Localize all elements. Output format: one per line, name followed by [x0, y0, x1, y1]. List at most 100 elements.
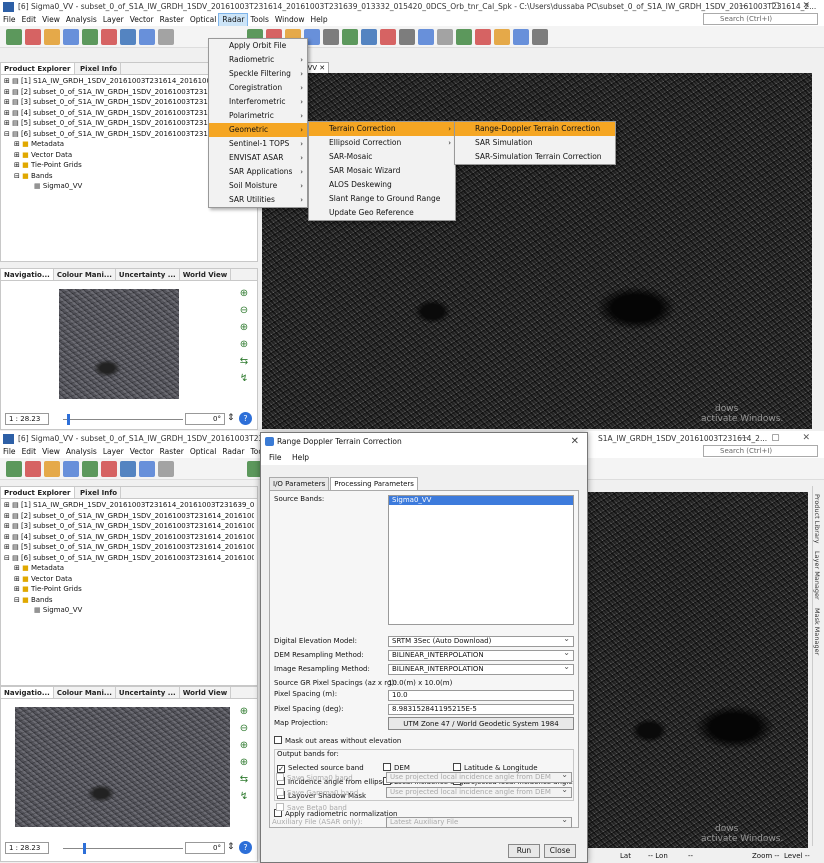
histogram-icon[interactable]: [101, 461, 117, 477]
save-sigma0-checkbox-row[interactable]: Save Sigma0 band: [276, 773, 353, 783]
map-projection-button[interactable]: UTM Zone 47 / World Geodetic System 1984: [388, 717, 574, 730]
menu-analysis[interactable]: Analysis: [63, 446, 100, 458]
mask-checkbox[interactable]: Mask out areas without elevation: [274, 736, 401, 746]
sync-cursor-icon[interactable]: ↯: [237, 372, 251, 386]
statistics-icon[interactable]: [158, 29, 174, 45]
tab-uncertainty[interactable]: Uncertainty ...: [116, 269, 180, 280]
band-maths-icon[interactable]: [82, 29, 98, 45]
select-icon[interactable]: [399, 29, 415, 45]
scale-slider-thumb[interactable]: [67, 414, 70, 425]
gamma0-option-dropdown[interactable]: Use projected local incidence angle from…: [386, 787, 572, 798]
menu-radar[interactable]: Radar: [219, 446, 247, 458]
undo-icon[interactable]: [25, 461, 41, 477]
tab-pixel-info[interactable]: Pixel Info: [77, 63, 122, 74]
terrain-menu-sar-simulation[interactable]: SAR Simulation: [455, 136, 615, 150]
graph-icon[interactable]: [63, 461, 79, 477]
histogram-icon[interactable]: [101, 29, 117, 45]
tab-colour-manipulation[interactable]: Colour Mani...: [54, 687, 116, 698]
geometric-menu-alos-deskewing[interactable]: ALOS Deskewing: [309, 178, 455, 192]
zoom-out-icon[interactable]: ⊖: [237, 722, 251, 736]
sync-cursor-icon[interactable]: ↯: [237, 790, 251, 804]
sar-image-view[interactable]: [578, 492, 808, 848]
dialog-menu-file[interactable]: File: [269, 453, 282, 462]
tab-world-view[interactable]: World View: [180, 269, 232, 280]
spinner-icon[interactable]: ⇕: [227, 413, 235, 423]
menu-view[interactable]: View: [39, 446, 63, 458]
gcp-tool-icon[interactable]: [475, 29, 491, 45]
radar-menu-interferometric[interactable]: Interferometric ›: [209, 95, 307, 109]
product-item[interactable]: ⊞ ▤ [3] subset_0_of_S1A_IW_GRDH_1SDV_201…: [4, 521, 254, 532]
graph-icon[interactable]: [63, 29, 79, 45]
color-icon[interactable]: [120, 461, 136, 477]
rotation-field[interactable]: 0°: [185, 842, 225, 854]
scale-field[interactable]: 1 : 28.23: [5, 842, 49, 854]
pin-icon[interactable]: [456, 29, 472, 45]
geometric-menu-update-geo-reference[interactable]: Update Geo Reference: [309, 206, 455, 220]
polygon-icon[interactable]: [513, 29, 529, 45]
zoom-icon[interactable]: [437, 29, 453, 45]
tab-product-explorer[interactable]: Product Explorer: [1, 63, 75, 74]
menu-edit[interactable]: Edit: [19, 446, 40, 458]
tab-product-explorer[interactable]: Product Explorer: [1, 487, 75, 498]
tab-navigation[interactable]: Navigatio...: [1, 687, 54, 698]
menu-optical[interactable]: Optical: [187, 446, 220, 458]
menu-vector[interactable]: Vector: [127, 446, 157, 458]
spinner-icon[interactable]: ⇕: [227, 842, 235, 852]
menu-optical[interactable]: Optical: [187, 14, 220, 26]
menu-file[interactable]: File: [0, 14, 19, 26]
rotation-field[interactable]: 0°: [185, 413, 225, 425]
scale-slider[interactable]: [63, 848, 183, 849]
layer-icon[interactable]: [139, 461, 155, 477]
undo-icon[interactable]: [25, 29, 41, 45]
terrain-menu-range-doppler-terrain-correction[interactable]: Range-Doppler Terrain Correction: [455, 122, 615, 136]
radar-menu-envisat-asar[interactable]: ENVISAT ASAR ›: [209, 151, 307, 165]
radar-menu-sar-applications[interactable]: SAR Applications ›: [209, 165, 307, 179]
run-button[interactable]: Run: [508, 844, 540, 858]
tree-node-metadata[interactable]: ⊞ ■ Metadata: [4, 563, 254, 574]
geometric-menu-slant-range-to-ground-range[interactable]: Slant Range to Ground Range: [309, 192, 455, 206]
geometric-menu-ellipsoid-correction[interactable]: Ellipsoid Correction ›: [309, 136, 455, 150]
mask-icon[interactable]: [323, 29, 339, 45]
geometric-menu-sar-mosaic-wizard[interactable]: SAR Mosaic Wizard: [309, 164, 455, 178]
menu-vector[interactable]: Vector: [127, 14, 157, 26]
zoom-all-icon[interactable]: ⊕: [237, 756, 251, 770]
radar-menu-apply-orbit-file[interactable]: Apply Orbit File: [209, 39, 307, 53]
menu-layer[interactable]: Layer: [100, 446, 127, 458]
scale-slider[interactable]: [63, 419, 183, 420]
menu-radar[interactable]: Radar: [218, 13, 249, 27]
zoom-in-icon[interactable]: ⊕: [237, 287, 251, 301]
tab-processing-parameters[interactable]: Processing Parameters: [330, 477, 418, 490]
tree-node-tie-point-grids[interactable]: ⊞ ■ Tie-Point Grids: [4, 584, 254, 595]
dem-resampling-dropdown[interactable]: BILINEAR_INTERPOLATION: [388, 650, 574, 661]
tree-node-bands[interactable]: ⊟ ■ Bands: [4, 595, 254, 606]
pixel-spacing-m-input[interactable]: 10.0: [388, 690, 574, 701]
sync-views-icon[interactable]: ⇆: [237, 355, 251, 369]
scale-field[interactable]: 1 : 28.23: [5, 413, 49, 425]
dem-dropdown[interactable]: SRTM 3Sec (Auto Download): [388, 636, 574, 647]
sidebar-layer-manager[interactable]: Layer Manager: [813, 551, 821, 600]
image-resampling-dropdown[interactable]: BILINEAR_INTERPOLATION: [388, 664, 574, 675]
export-icon[interactable]: [380, 29, 396, 45]
color-icon[interactable]: [120, 29, 136, 45]
tab-uncertainty[interactable]: Uncertainty ...: [116, 687, 180, 698]
menu-raster[interactable]: Raster: [157, 446, 187, 458]
geometric-menu-sar-mosaic[interactable]: SAR-Mosaic: [309, 150, 455, 164]
gps-icon[interactable]: [361, 29, 377, 45]
radar-menu-soil-moisture[interactable]: Soil Moisture ›: [209, 179, 307, 193]
redo-icon[interactable]: [44, 29, 60, 45]
menu-raster[interactable]: Raster: [157, 14, 187, 26]
source-bands-list[interactable]: Sigma0_VV: [388, 495, 574, 625]
dialog-menu-help[interactable]: Help: [292, 453, 309, 462]
tab-world-view[interactable]: World View: [180, 687, 232, 698]
sidebar-product-library[interactable]: Product Library: [813, 494, 821, 543]
zoom-all-icon[interactable]: ⊕: [237, 338, 251, 352]
radar-menu-sar-utilities[interactable]: SAR Utilities ›: [209, 193, 307, 207]
draw-line-icon[interactable]: [494, 29, 510, 45]
layer-icon[interactable]: [139, 29, 155, 45]
product-item[interactable]: ⊞ ▤ [2] subset_0_of_S1A_IW_GRDH_1SDV_201…: [4, 511, 254, 522]
selected-source-band-checkbox[interactable]: ✓ Selected source band: [277, 763, 364, 773]
tab-navigation[interactable]: Navigatio...: [1, 269, 54, 280]
help-icon[interactable]: ?: [239, 412, 252, 425]
product-item[interactable]: ⊞ ▤ [4] subset_0_of_S1A_IW_GRDH_1SDV_201…: [4, 532, 254, 543]
statistics-icon[interactable]: [158, 461, 174, 477]
